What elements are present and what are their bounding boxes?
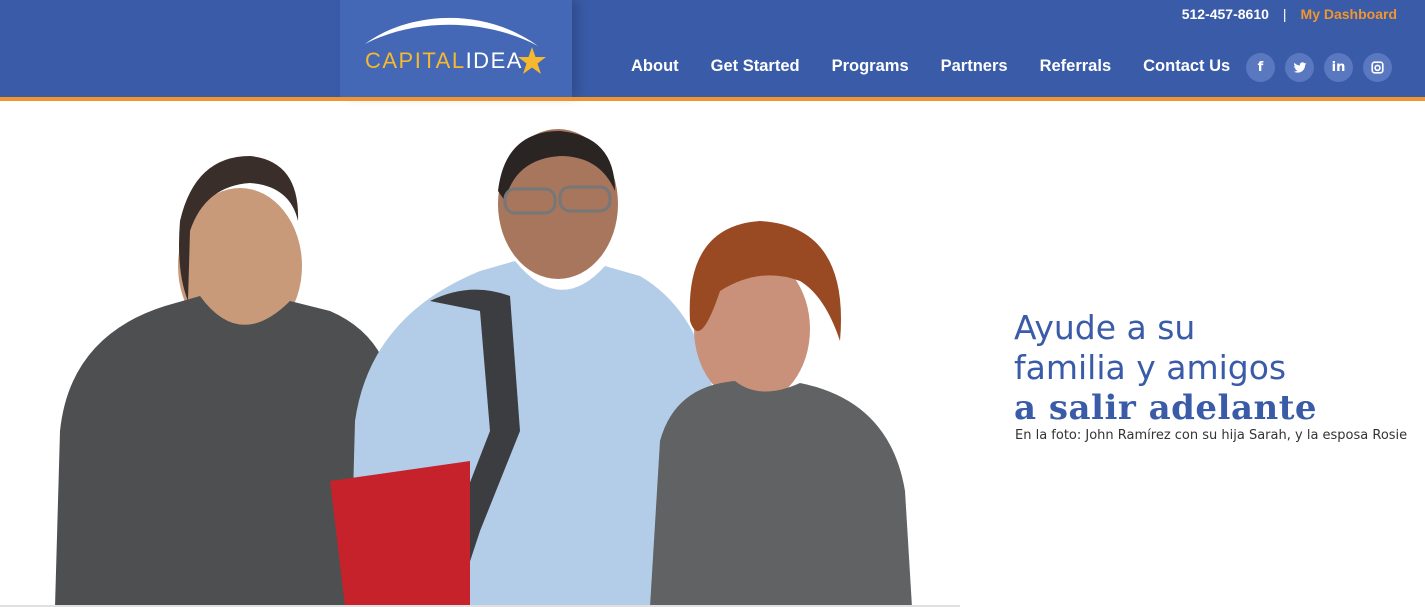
phone-number[interactable]: 512-457-8610 bbox=[1182, 6, 1269, 22]
nav-about[interactable]: About bbox=[631, 57, 679, 76]
site-header: CAPITALIDEA 512-457-8610 | My Dashboard … bbox=[0, 0, 1425, 97]
headline-line-2: familia y amigos bbox=[1014, 348, 1287, 387]
top-utility-bar: 512-457-8610 | My Dashboard bbox=[1182, 6, 1397, 22]
photo-caption: En la foto: John Ramírez con su hija Sar… bbox=[1015, 428, 1408, 443]
headline-line-3: a salir adelante bbox=[1014, 388, 1318, 428]
facebook-glyph: f bbox=[1257, 60, 1264, 75]
logo-text-idea: IDEA bbox=[465, 48, 523, 73]
my-dashboard-link[interactable]: My Dashboard bbox=[1301, 6, 1397, 22]
linkedin-glyph: in bbox=[1331, 60, 1346, 75]
twitter-bird-icon bbox=[1293, 61, 1306, 73]
nav-programs[interactable]: Programs bbox=[832, 57, 909, 76]
logo-text: CAPITALIDEA bbox=[365, 48, 523, 74]
instagram-icon[interactable] bbox=[1363, 53, 1392, 82]
star-icon bbox=[518, 47, 546, 74]
logo[interactable]: CAPITALIDEA bbox=[340, 0, 572, 97]
main-nav: About Get Started Programs Partners Refe… bbox=[631, 57, 1230, 76]
facebook-icon[interactable]: f bbox=[1246, 53, 1275, 82]
linkedin-icon[interactable]: in bbox=[1324, 53, 1353, 82]
instagram-camera-icon bbox=[1371, 61, 1384, 74]
headline-line-1: Ayude a su bbox=[1014, 308, 1196, 347]
hero-headline: Ayude a su familia y amigos a salir adel… bbox=[1014, 308, 1317, 428]
separator: | bbox=[1282, 6, 1287, 22]
family-photo bbox=[0, 129, 960, 607]
social-links: f in bbox=[1246, 53, 1392, 82]
nav-contact-us[interactable]: Contact Us bbox=[1143, 57, 1230, 76]
nav-get-started[interactable]: Get Started bbox=[711, 57, 800, 76]
twitter-icon[interactable] bbox=[1285, 53, 1314, 82]
logo-text-capital: CAPITAL bbox=[365, 48, 466, 73]
nav-partners[interactable]: Partners bbox=[941, 57, 1008, 76]
nav-referrals[interactable]: Referrals bbox=[1040, 57, 1112, 76]
